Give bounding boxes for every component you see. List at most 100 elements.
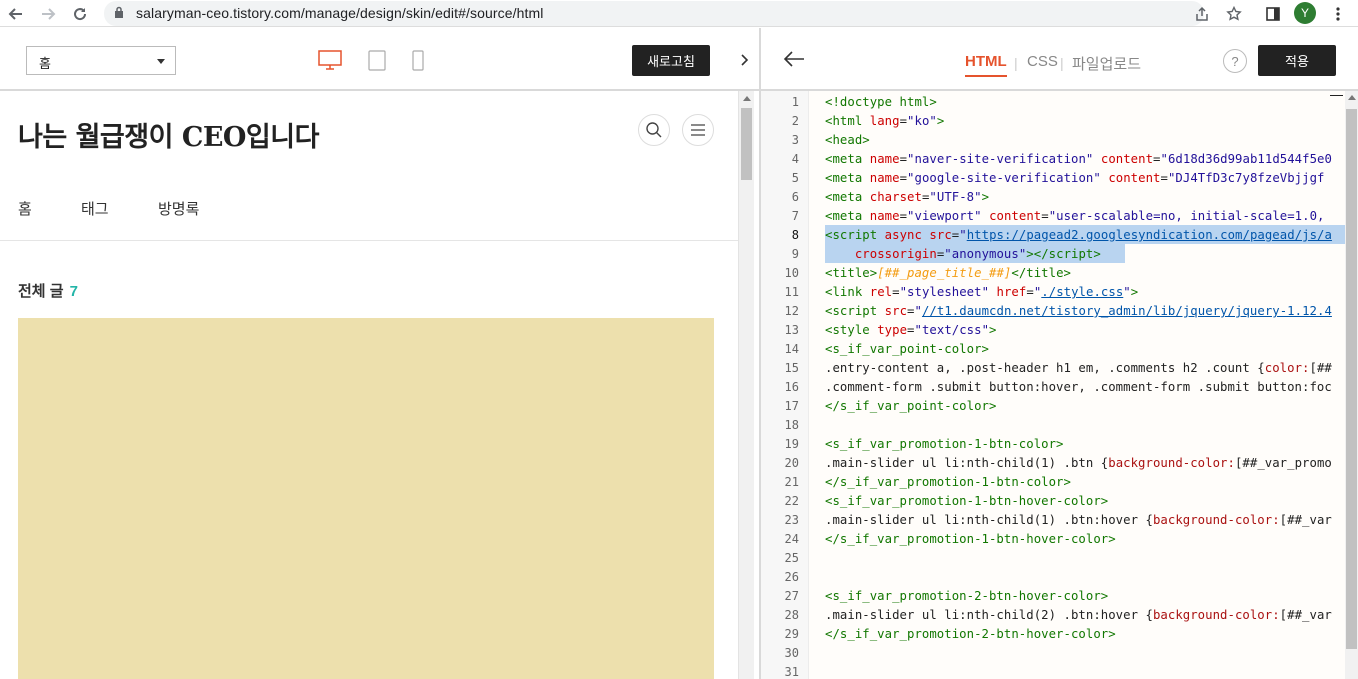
scrollbar-thumb[interactable] <box>741 108 752 180</box>
code-line[interactable]: <script src="//t1.daumcdn.net/tistory_ad… <box>825 304 1332 318</box>
share-icon[interactable] <box>1191 3 1213 25</box>
code-line[interactable]: .comment-form .submit button:hover, .com… <box>825 380 1332 394</box>
blog-title[interactable]: 나는 월급쟁이 CEO입니다 <box>18 115 319 154</box>
code-line[interactable]: .main-slider ul li:nth-child(1) .btn:hov… <box>825 513 1332 527</box>
code-token: [## <box>1309 361 1332 375</box>
line-number: 16 <box>784 380 799 394</box>
code-line[interactable]: <meta charset="UTF-8"> <box>825 190 989 204</box>
line-number: 3 <box>791 133 799 147</box>
code-editor[interactable]: 1 2 3 4 5 6 7 8 9 10 11 12 13 14 15 16 1… <box>761 91 1358 679</box>
forward-icon[interactable] <box>37 3 59 25</box>
code-line[interactable]: <link rel="stylesheet" href="./style.css… <box>825 285 1138 299</box>
star-icon[interactable] <box>1223 3 1245 25</box>
search-icon[interactable] <box>638 114 670 146</box>
help-icon[interactable]: ? <box>1223 49 1247 73</box>
code-token: .main-slider ul li:nth-child(1) .btn { <box>825 456 1109 470</box>
code-line[interactable]: <meta name="naver-site-verification" con… <box>825 152 1332 166</box>
line-number: 24 <box>784 532 799 546</box>
line-number: 25 <box>784 551 799 565</box>
line-number: 27 <box>784 589 799 603</box>
line-number: 5 <box>791 171 799 185</box>
tab-separator: | <box>1014 55 1018 71</box>
code-token: [##_page_title_##] <box>877 266 1012 280</box>
code-line[interactable]: </s_if_var_point-color> <box>825 399 996 413</box>
tab-file-upload[interactable]: 파일업로드 <box>1072 53 1141 74</box>
code-token: background-color: <box>1108 456 1235 470</box>
sidepanel-icon[interactable] <box>1262 3 1284 25</box>
code-line[interactable]: crossorigin="anonymous"></script> <box>825 247 1101 261</box>
line-number: 22 <box>784 494 799 508</box>
page-select-value: 홈 <box>39 56 51 71</box>
desktop-view-icon[interactable] <box>318 50 342 75</box>
line-number: 9 <box>791 247 799 261</box>
editor-toolbar: HTML | CSS | 파일업로드 ? 적용 <box>761 28 1358 91</box>
avatar[interactable]: Y <box>1294 2 1316 24</box>
browser-toolbar: salaryman-ceo.tistory.com/manage/design/… <box>0 0 1358 27</box>
code-line[interactable]: </s_if_var_promotion-1-btn-hover-color> <box>825 532 1116 546</box>
line-number: 10 <box>784 266 799 280</box>
back-icon[interactable] <box>5 3 27 25</box>
mobile-view-icon[interactable] <box>412 50 424 76</box>
code-line[interactable]: <style type="text/css"> <box>825 323 997 337</box>
code-token: .entry-content a, .post-header h1 em, .c… <box>825 361 1265 375</box>
code-line[interactable]: </s_if_var_promotion-2-btn-hover-color> <box>825 627 1116 641</box>
apply-button[interactable]: 적용 <box>1258 45 1336 76</box>
code-line[interactable]: <script async src="https://pagead2.googl… <box>825 228 1332 242</box>
nav-home[interactable]: 홈 <box>18 198 32 219</box>
tab-separator: | <box>1060 55 1064 71</box>
tab-html[interactable]: HTML <box>965 53 1007 77</box>
code-token: background-color: <box>1152 513 1280 527</box>
reload-icon[interactable] <box>69 3 91 25</box>
code-line[interactable]: </s_if_var_promotion-1-btn-color> <box>825 475 1071 489</box>
post-thumbnail[interactable] <box>18 318 714 679</box>
line-number: 18 <box>784 418 799 432</box>
code-line[interactable]: .entry-content a, .post-header h1 em, .c… <box>825 361 1332 375</box>
arrow-left-icon[interactable] <box>783 50 805 68</box>
line-number: 20 <box>784 456 799 470</box>
menu-icon[interactable] <box>682 114 714 146</box>
tab-css[interactable]: CSS <box>1027 53 1058 70</box>
code-line[interactable]: .main-slider ul li:nth-child(1) .btn {ba… <box>825 456 1332 470</box>
code-line[interactable]: .main-slider ul li:nth-child(2) .btn:hov… <box>825 608 1332 622</box>
code-line[interactable]: <s_if_var_promotion-1-btn-color> <box>825 437 1064 451</box>
code-token: color: <box>1264 361 1310 375</box>
line-number: 23 <box>784 513 799 527</box>
code-token: "user-scalable=no, initial-scale=1.0, <box>1048 209 1325 223</box>
editor-scrollbar[interactable] <box>1345 91 1358 679</box>
line-number: 8 <box>791 228 799 242</box>
code-line[interactable]: <meta name="viewport" content="user-scal… <box>825 209 1325 223</box>
chevron-right-icon[interactable] <box>736 52 752 68</box>
code-line[interactable]: <html lang="ko"> <box>825 114 944 128</box>
refresh-button[interactable]: 새로고침 <box>632 45 710 76</box>
preview-pane: 홈 새로고침 나는 월급쟁이 CEO입니다 홈 태그 방명록 전체 글 7 <box>0 28 760 679</box>
scrollbar-thumb[interactable] <box>1346 109 1357 649</box>
kebab-icon[interactable] <box>1327 3 1349 25</box>
code-line[interactable]: <head> <box>825 133 870 147</box>
code-line[interactable]: <!doctype html> <box>825 95 937 109</box>
scroll-up-icon[interactable] <box>1348 95 1356 100</box>
code-token: https://pagead2.googlesyndication.com/pa… <box>966 228 1332 242</box>
code-token: [##_var <box>1279 513 1332 527</box>
code-line[interactable]: <meta name="google-site-verification" co… <box>825 171 1325 185</box>
line-number: 15 <box>784 361 799 375</box>
code-line[interactable]: <s_if_var_promotion-1-btn-hover-color> <box>825 494 1108 508</box>
divider <box>0 240 738 241</box>
line-number: 6 <box>791 190 799 204</box>
page-select[interactable]: 홈 <box>26 46 176 75</box>
scroll-up-icon[interactable] <box>743 96 751 101</box>
preview-scrollbar[interactable] <box>738 91 754 679</box>
code-token: background-color: <box>1152 608 1280 622</box>
lock-icon[interactable] <box>114 6 124 19</box>
line-number: 31 <box>784 665 799 679</box>
nav-tag[interactable]: 태그 <box>81 198 109 219</box>
code-line[interactable]: <s_if_var_promotion-2-btn-hover-color> <box>825 589 1108 603</box>
code-token: //t1.daumcdn.net/tistory_admin/lib/jquer… <box>921 304 1332 318</box>
url-text[interactable]: salaryman-ceo.tistory.com/manage/design/… <box>136 5 543 21</box>
code-line[interactable]: <s_if_var_point-color> <box>825 342 989 356</box>
code-line[interactable]: <title>[##_page_title_##]</title> <box>825 266 1071 280</box>
post-count-number: 7 <box>69 283 78 300</box>
nav-guestbook[interactable]: 방명록 <box>158 198 199 219</box>
line-number: 17 <box>784 399 799 413</box>
tablet-view-icon[interactable] <box>368 50 386 76</box>
code-token: [##_var <box>1279 608 1332 622</box>
